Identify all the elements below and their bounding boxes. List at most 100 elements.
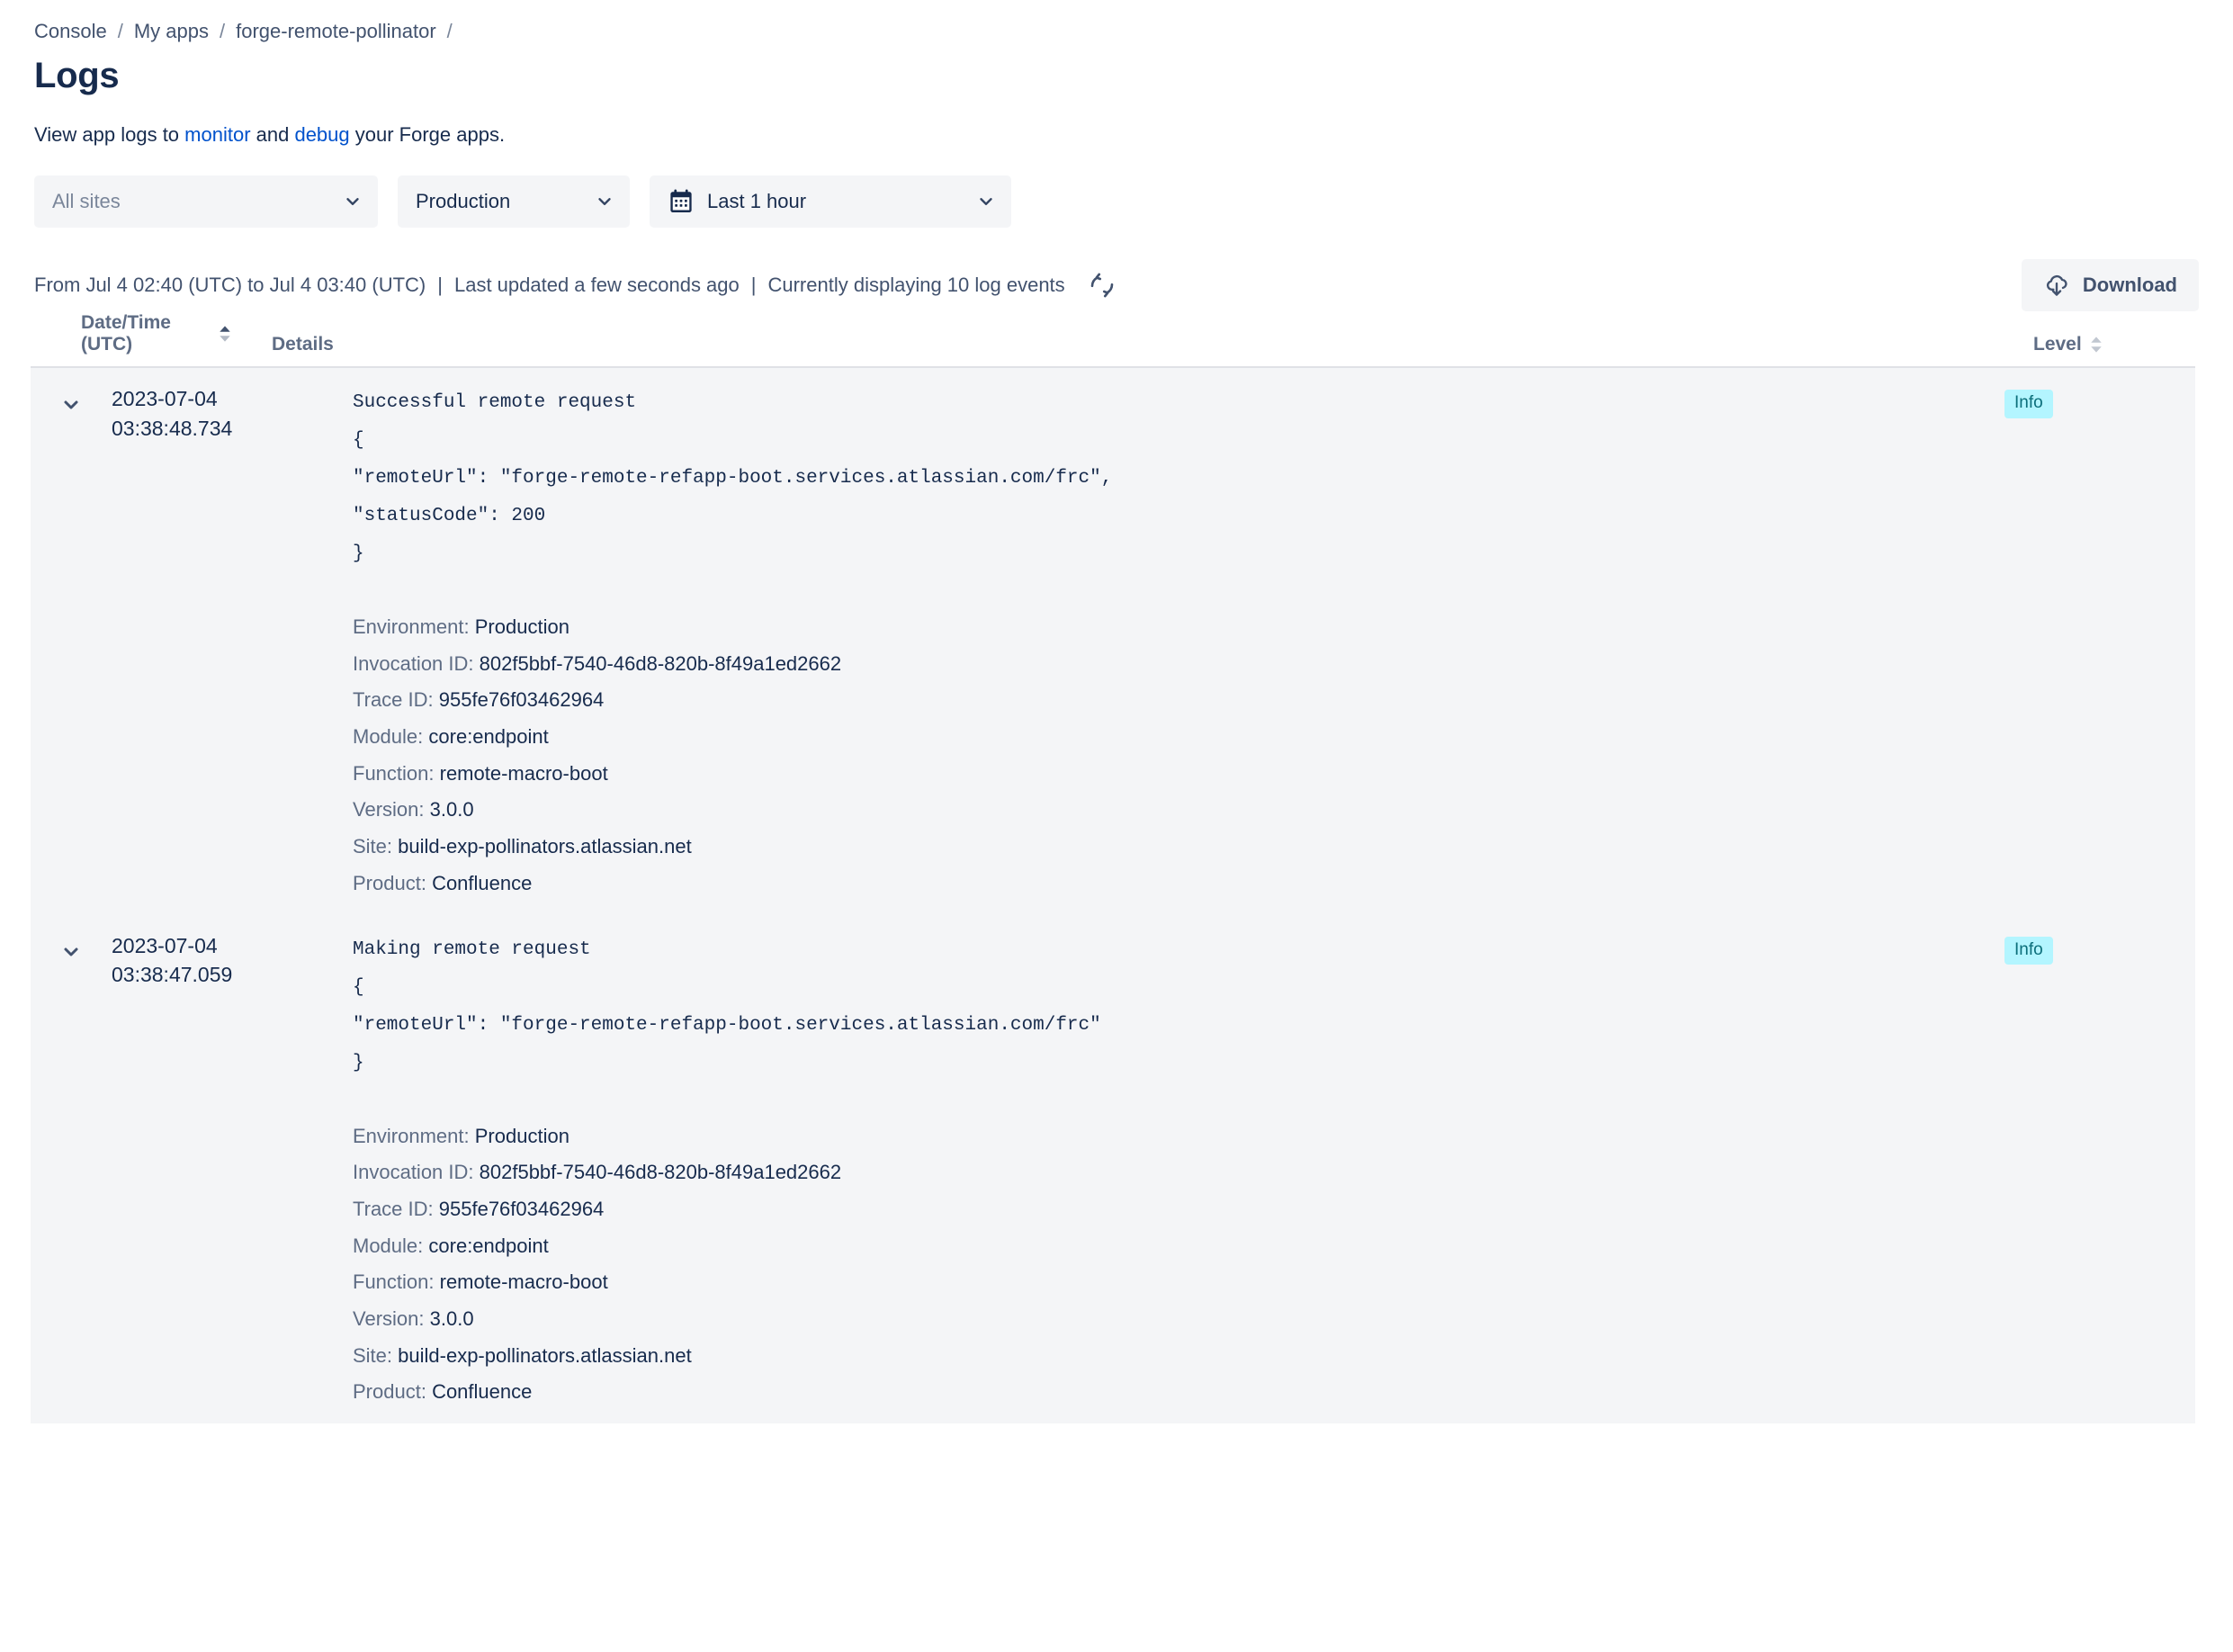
breadcrumb-item-app[interactable]: forge-remote-pollinator	[236, 20, 436, 43]
meta-function: Function: remote-macro-boot	[353, 761, 608, 785]
meta-value: build-exp-pollinators.atlassian.net	[398, 1343, 692, 1367]
meta-label: Trace ID	[353, 688, 428, 712]
meta-environment: Environment: Production	[353, 1124, 569, 1147]
chevron-down-icon	[975, 191, 997, 212]
meta-label: Environment	[353, 1124, 464, 1147]
monitor-link[interactable]: monitor	[184, 123, 250, 146]
sort-none-icon	[2089, 336, 2103, 354]
column-header-level[interactable]: Level	[1979, 334, 2195, 355]
meta-value: Production	[474, 1124, 569, 1147]
meta-value: 802f5bbf-7540-46d8-820b-8f49a1ed2662	[479, 1161, 842, 1184]
row-level: Info	[1979, 915, 2195, 1424]
breadcrumb-separator: /	[117, 20, 123, 42]
meta-label: Product	[353, 871, 421, 894]
download-button-label: Download	[2082, 274, 2177, 296]
meta-value: 955fe76f03462964	[438, 1197, 605, 1220]
column-header-datetime-label: Date/Time (UTC)	[81, 312, 171, 355]
status-bar: From Jul 4 02:40 (UTC) to Jul 4 03:40 (U…	[34, 258, 2199, 312]
filter-bar: All sites Production Last 1 hour	[34, 175, 2199, 228]
row-time: 03:38:48.734	[112, 416, 233, 440]
table-header-row: Date/Time (UTC) Details Level	[31, 312, 2195, 368]
meta-label: Module	[353, 1234, 418, 1257]
status-separator: |	[750, 274, 757, 296]
time-range-filter-select[interactable]: Last 1 hour	[650, 175, 1011, 228]
chevron-down-icon	[342, 191, 363, 212]
meta-value: 3.0.0	[429, 1306, 474, 1330]
table-row: 2023-07-04 03:38:47.059 Making remote req…	[31, 914, 2195, 1424]
event-count-label: Currently displaying 10 log events	[767, 274, 1065, 296]
meta-environment: Environment: Production	[353, 615, 569, 638]
site-filter-value: All sites	[52, 190, 121, 212]
meta-function: Function: remote-macro-boot	[353, 1270, 608, 1294]
status-badge: Info	[2004, 936, 2053, 965]
page-description-prefix: View app logs to	[34, 123, 185, 146]
column-header-datetime[interactable]: Date/Time (UTC)	[31, 312, 232, 355]
calendar-icon	[670, 189, 692, 212]
download-button[interactable]: Download	[2021, 259, 2199, 311]
breadcrumb-item-console[interactable]: Console	[34, 20, 107, 43]
meta-value: remote-macro-boot	[439, 761, 608, 785]
status-badge: Info	[2004, 390, 2053, 418]
status-separator: |	[437, 274, 443, 296]
row-expand-toggle[interactable]	[56, 937, 86, 967]
chevron-down-icon	[64, 400, 78, 409]
row-level: Info	[1979, 368, 2195, 915]
page-description-suffix: your Forge apps.	[349, 123, 506, 146]
meta-version: Version: 3.0.0	[353, 798, 474, 822]
breadcrumb-item-my-apps[interactable]: My apps	[134, 20, 209, 43]
table-row: 2023-07-04 03:38:48.734 Successful remote…	[31, 368, 2195, 915]
refresh-icon	[1090, 273, 1113, 298]
row-expand-toggle[interactable]	[56, 390, 86, 420]
cloud-download-icon	[2046, 274, 2067, 296]
meta-label: Version	[353, 1306, 419, 1330]
meta-trace-id: Trace ID: 955fe76f03462964	[353, 688, 605, 712]
page-description: View app logs to monitor and debug your …	[34, 123, 2199, 147]
debug-link[interactable]: debug	[294, 123, 349, 146]
meta-value: 955fe76f03462964	[438, 688, 605, 712]
meta-value: Confluence	[432, 871, 533, 894]
page-title: Logs	[34, 56, 120, 95]
site-filter-select[interactable]: All sites	[34, 175, 378, 228]
sort-ascending-icon	[218, 325, 232, 343]
meta-label: Invocation ID	[353, 651, 469, 675]
breadcrumb: Console / My apps / forge-remote-pollina…	[34, 0, 2199, 43]
meta-product: Product: Confluence	[353, 871, 533, 894]
meta-value: build-exp-pollinators.atlassian.net	[398, 835, 692, 858]
breadcrumb-separator: /	[220, 20, 226, 42]
meta-module: Module: core:endpoint	[353, 1234, 549, 1257]
meta-value: remote-macro-boot	[439, 1270, 608, 1294]
row-datetime: 2023-07-04 03:38:47.059	[112, 915, 349, 1424]
row-date: 2023-07-04	[112, 387, 218, 410]
row-expand-cell	[31, 368, 112, 915]
log-message: Making remote request { "remoteUrl": "fo…	[353, 938, 1101, 1073]
column-header-details-label: Details	[272, 334, 334, 355]
environment-filter-select[interactable]: Production	[398, 175, 630, 228]
time-range-label: From Jul 4 02:40 (UTC) to Jul 4 03:40 (U…	[34, 274, 426, 296]
page-description-mid: and	[250, 123, 295, 146]
meta-value: core:endpoint	[428, 725, 549, 749]
meta-trace-id: Trace ID: 955fe76f03462964	[353, 1197, 605, 1220]
environment-filter-value: Production	[416, 190, 511, 212]
meta-label: Site	[353, 1343, 387, 1367]
refresh-button[interactable]	[1083, 266, 1121, 304]
column-header-level-label: Level	[2033, 334, 2082, 355]
column-header-details: Details	[232, 334, 1979, 355]
meta-label: Environment	[353, 615, 464, 638]
log-message: Successful remote request { "remoteUrl":…	[353, 392, 1113, 564]
log-metadata: Environment: Production Invocation ID: 8…	[353, 1118, 1961, 1424]
meta-value: Confluence	[432, 1380, 533, 1404]
meta-module: Module: core:endpoint	[353, 725, 549, 749]
chevron-down-icon	[594, 191, 615, 212]
meta-invocation-id: Invocation ID: 802f5bbf-7540-46d8-820b-8…	[353, 651, 842, 675]
meta-invocation-id: Invocation ID: 802f5bbf-7540-46d8-820b-8…	[353, 1161, 842, 1184]
last-updated-label: Last updated a few seconds ago	[453, 274, 740, 296]
meta-value: 3.0.0	[429, 798, 474, 822]
meta-label: Function	[353, 1270, 429, 1294]
log-table: Date/Time (UTC) Details Level 2023-07-04…	[31, 312, 2195, 1424]
log-metadata: Environment: Production Invocation ID: 8…	[353, 609, 1961, 915]
meta-label: Function	[353, 761, 429, 785]
chevron-down-icon	[64, 947, 78, 956]
breadcrumb-separator-trailing: /	[446, 20, 453, 42]
meta-label: Site	[353, 835, 387, 858]
meta-label: Module	[353, 725, 418, 749]
